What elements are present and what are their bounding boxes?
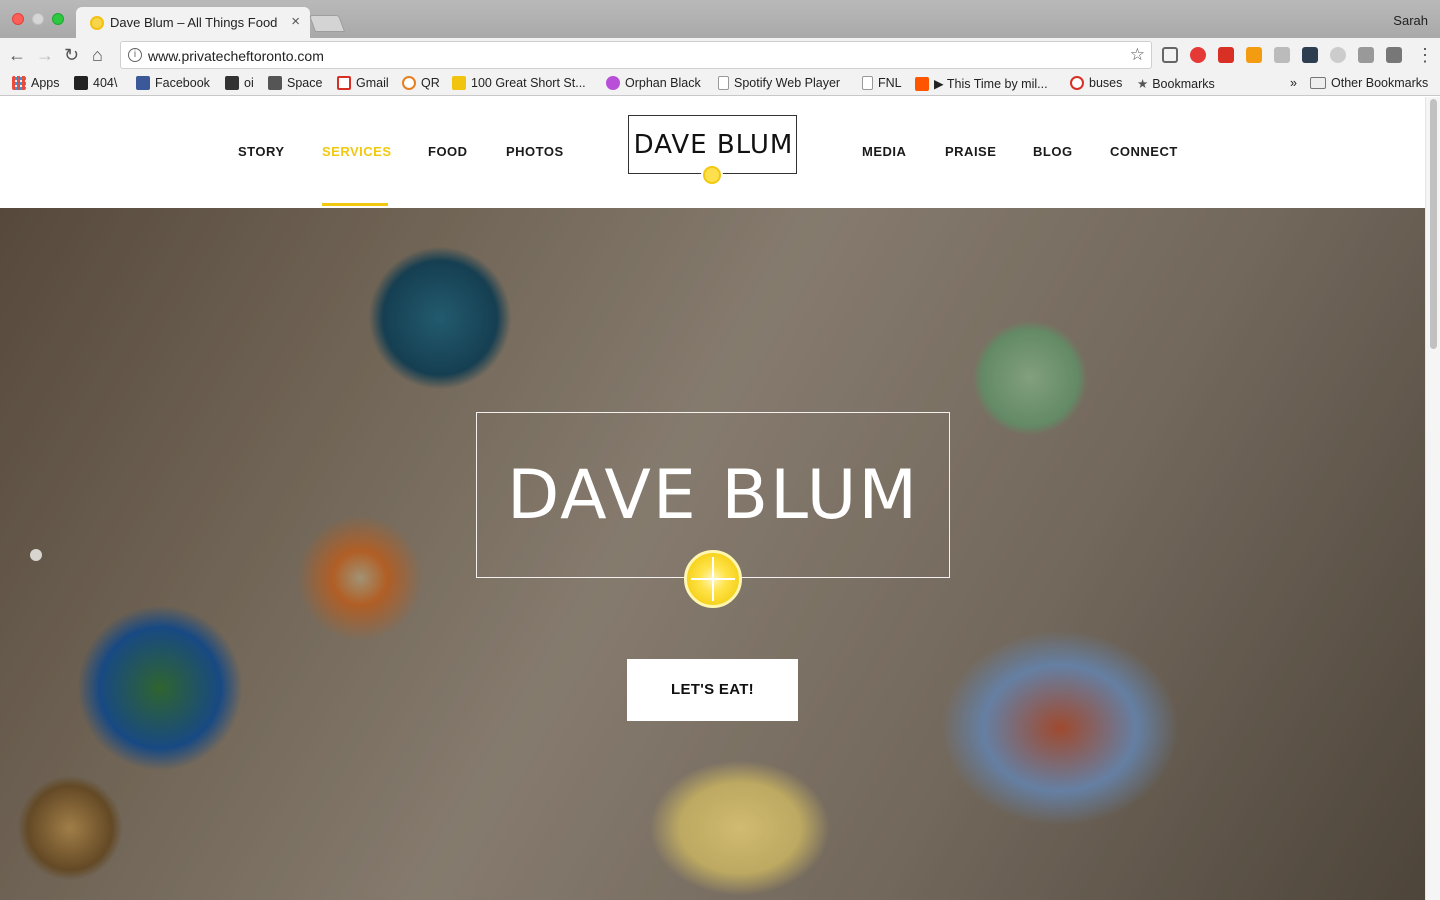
404-icon <box>74 76 88 90</box>
photo-extension-icon[interactable] <box>1358 47 1374 63</box>
folder-icon <box>1310 77 1326 89</box>
nav-media[interactable]: MEDIA <box>862 144 906 159</box>
oi-icon <box>225 76 239 90</box>
cast-icon[interactable] <box>1162 47 1178 63</box>
page-scrollbar[interactable] <box>1425 97 1440 900</box>
url-text[interactable]: www.privatecheftoronto.com <box>148 48 324 64</box>
bookmark-qr[interactable]: QR <box>402 76 440 90</box>
nav-photos[interactable]: PHOTOS <box>506 144 564 159</box>
bookmark-gmail[interactable]: Gmail <box>337 76 389 90</box>
gmail-extension-icon[interactable] <box>1218 47 1234 63</box>
bookmark-404[interactable]: 404\ <box>74 76 117 90</box>
bookmark-label: 100 Great Short St... <box>471 76 586 90</box>
bookmark-oi[interactable]: oi <box>225 76 254 90</box>
back-arrow-icon[interactable]: ← <box>8 45 26 65</box>
pocket-icon[interactable] <box>1386 47 1402 63</box>
lemon-favicon-icon <box>90 16 104 30</box>
reload-icon[interactable]: ↻ <box>64 45 79 65</box>
bookmark-label: Apps <box>31 76 60 90</box>
browser-tab-bar: Dave Blum – All Things Food × Sarah <box>0 0 1440 38</box>
bookmark-label: oi <box>244 76 254 90</box>
screenshot-extension-icon[interactable] <box>1302 47 1318 63</box>
nav-praise[interactable]: PRAISE <box>945 144 996 159</box>
bookmarks-overflow-icon[interactable]: » <box>1290 76 1297 90</box>
bookmark-other[interactable]: Other Bookmarks <box>1310 76 1428 90</box>
bookmark-fnl[interactable]: FNL <box>862 76 902 90</box>
bookmark-label: ▶ This Time by mil... <box>934 77 1048 91</box>
bookmark-label: QR <box>421 76 440 90</box>
qr-icon <box>402 76 416 90</box>
bookmark-label: Other Bookmarks <box>1331 76 1429 90</box>
browser-tab-active[interactable]: Dave Blum – All Things Food × <box>76 7 310 38</box>
bookmark-orphan-black[interactable]: Orphan Black <box>606 76 701 90</box>
lets-eat-button[interactable]: LET'S EAT! <box>627 659 798 721</box>
bookmark-apps[interactable]: Apps <box>12 76 60 90</box>
scrollbar-thumb[interactable] <box>1430 99 1437 349</box>
nav-food[interactable]: FOOD <box>428 144 468 159</box>
page-icon <box>718 76 729 90</box>
bookmark-space[interactable]: Space <box>268 76 322 90</box>
coupon-extension-icon[interactable] <box>1246 47 1262 63</box>
home-icon[interactable]: ⌂ <box>92 45 103 65</box>
page-icon <box>862 76 873 90</box>
address-bar[interactable]: i www.privatecheftoronto.com ☆ <box>120 41 1152 69</box>
nav-services[interactable]: SERVICES <box>322 144 392 159</box>
book-icon <box>452 76 466 90</box>
apps-grid-icon <box>12 76 26 90</box>
bookmark-soundcloud[interactable]: ▶ This Time by mil... <box>915 76 1048 91</box>
gmail-icon <box>337 76 351 90</box>
hero-title: DAVE BLUM <box>506 456 920 535</box>
browser-toolbar: ← → ↻ ⌂ i www.privatecheftoronto.com ☆ ⋮ <box>0 38 1440 72</box>
bus-icon <box>1070 76 1084 90</box>
drive-icon[interactable] <box>1330 47 1346 63</box>
bookmarks-bar: Apps 404\ Facebook oi Space Gmail QR 100… <box>0 72 1440 96</box>
bookmark-buses[interactable]: buses <box>1070 76 1122 90</box>
site-info-icon[interactable]: i <box>128 48 142 62</box>
window-close-button[interactable] <box>12 13 24 25</box>
bookmark-label: Space <box>287 76 323 90</box>
active-nav-underline <box>322 203 388 206</box>
bookmark-label: Spotify Web Player <box>734 76 841 90</box>
bookmark-label: 404\ <box>93 76 118 90</box>
profile-name[interactable]: Sarah <box>1393 13 1428 28</box>
tab-title: Dave Blum – All Things Food <box>110 15 278 30</box>
space-icon <box>268 76 282 90</box>
hero-banner: DAVE BLUM LET'S EAT! <box>0 208 1425 900</box>
star-bookmark-icon: ★ <box>1137 77 1149 91</box>
site-header: STORY SERVICES FOOD PHOTOS DAVE BLUM MED… <box>0 97 1425 208</box>
tab-close-icon[interactable]: × <box>291 13 300 30</box>
menu-kebab-icon[interactable]: ⋮ <box>1416 45 1434 65</box>
new-tab-button[interactable] <box>308 15 346 32</box>
lemon-logo-icon <box>701 164 723 186</box>
nav-connect[interactable]: CONNECT <box>1110 144 1178 159</box>
bookmark-label: Bookmarks <box>1152 76 1215 91</box>
bookmark-short-stories[interactable]: 100 Great Short St... <box>452 76 586 90</box>
bookmark-label: Orphan Black <box>625 76 701 90</box>
adblock-icon[interactable] <box>1190 47 1206 63</box>
forward-arrow-icon[interactable]: → <box>36 45 54 65</box>
dropbox-icon[interactable] <box>1274 47 1290 63</box>
lemon-slice-icon <box>684 550 742 608</box>
facebook-icon <box>136 76 150 90</box>
window-minimize-button[interactable] <box>32 13 44 25</box>
nav-blog[interactable]: BLOG <box>1033 144 1073 159</box>
bookmark-facebook[interactable]: Facebook <box>136 76 210 90</box>
bookmark-label: Gmail <box>356 76 389 90</box>
bookmark-label: buses <box>1089 76 1123 90</box>
bookmark-spotify[interactable]: Spotify Web Player <box>718 76 840 90</box>
play-icon <box>606 76 620 90</box>
window-maximize-button[interactable] <box>52 13 64 25</box>
bookmark-star-icon[interactable]: ☆ <box>1130 45 1145 65</box>
nav-story[interactable]: STORY <box>238 144 285 159</box>
slider-dot[interactable] <box>30 549 42 561</box>
bookmark-bookmarks[interactable]: ★ Bookmarks <box>1137 76 1215 92</box>
logo-text: DAVE BLUM <box>633 130 794 160</box>
soundcloud-icon <box>915 76 929 91</box>
bookmark-label: FNL <box>878 76 902 90</box>
bookmark-label: Facebook <box>155 76 210 90</box>
